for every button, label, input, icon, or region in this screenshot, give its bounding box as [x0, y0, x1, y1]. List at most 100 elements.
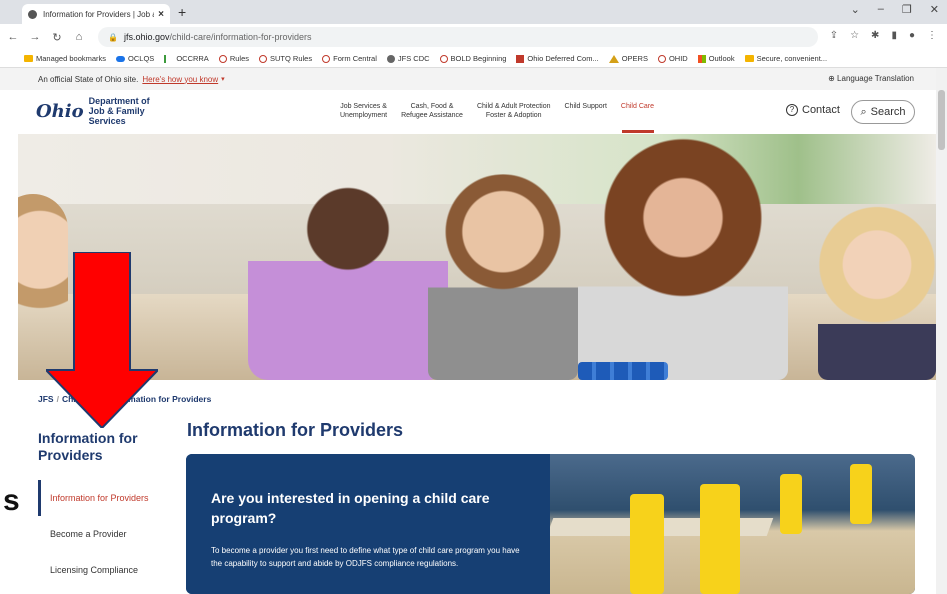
- url-path: /child-care/information-for-providers: [169, 32, 312, 42]
- site-header: Ohio Department of Job & Family Services…: [0, 90, 936, 134]
- bookmark-jfs-cdc[interactable]: JFS CDC: [386, 54, 430, 63]
- circle-icon: [218, 54, 227, 63]
- contact-label: Contact: [802, 104, 840, 116]
- globe-icon: [386, 54, 395, 63]
- sidebar-title: Information for Providers: [38, 430, 138, 463]
- photo-chair: [780, 474, 802, 534]
- photo-chair: [700, 484, 740, 594]
- nav-line: Child Support: [564, 103, 607, 110]
- bookmark-oclqs[interactable]: OCLQS: [116, 54, 154, 63]
- promo-text-panel: Are you interested in opening a child ca…: [186, 454, 550, 594]
- sidebar-nav: s Information for Providers Become a Pro…: [3, 480, 172, 588]
- bookmark-managed[interactable]: Managed bookmarks: [24, 54, 106, 63]
- browser-window: Information for Providers | Job a... × +…: [0, 0, 947, 594]
- hand-icon: [744, 55, 754, 62]
- extensions-icon[interactable]: ✱: [871, 30, 879, 41]
- bookmark-occrra[interactable]: OCCRRA: [164, 54, 209, 63]
- circle-icon: [259, 54, 268, 63]
- bookmark-label: Managed bookmarks: [36, 54, 107, 63]
- photo-chair: [850, 464, 872, 524]
- language-label: Language Translation: [837, 74, 914, 83]
- circle-icon: [322, 54, 331, 63]
- how-you-know-link[interactable]: Here's how you know: [142, 75, 218, 84]
- nav-line: Foster & Adoption: [485, 112, 542, 119]
- main-nav: Job Services & Unemployment Cash, Food & R…: [340, 102, 654, 133]
- sidebar-item-information-for-providers[interactable]: s Information for Providers: [3, 480, 172, 517]
- page-title: Information for Providers: [187, 420, 404, 440]
- chevron-down-icon[interactable]: ⌄: [851, 3, 860, 16]
- new-tab-icon[interactable]: +: [178, 4, 186, 20]
- bookmark-secure[interactable]: Secure, convenient...: [744, 54, 827, 63]
- search-button[interactable]: ⌕ Search: [851, 100, 915, 124]
- bookmark-outlook[interactable]: Outlook: [697, 54, 735, 63]
- nav-line: Refugee Assistance: [401, 112, 463, 119]
- globe-icon: ⊕: [828, 74, 838, 83]
- bookmark-rules[interactable]: Rules: [218, 54, 250, 63]
- folder-icon: [24, 55, 33, 62]
- star-icon[interactable]: ☆: [850, 30, 859, 41]
- address-bar[interactable]: 🔒 jfs.ohio.gov /child-care/information-f…: [98, 27, 818, 47]
- nav-child-care[interactable]: Child Care: [621, 102, 654, 120]
- bookmark-label: OHID: [668, 54, 688, 63]
- dept-line: Job & Family: [88, 106, 145, 116]
- bookmark-ohid[interactable]: OHID: [657, 54, 688, 63]
- lock-icon[interactable]: 🔒: [108, 33, 118, 42]
- contact-link[interactable]: ? Contact: [786, 104, 840, 116]
- bookmark-sutq-rules[interactable]: SUTQ Rules: [259, 54, 312, 63]
- nav-line: Unemployment: [340, 112, 388, 119]
- nav-child-adult-protection[interactable]: Child & Adult Protection Foster & Adoptio…: [477, 102, 551, 120]
- tab-strip: Information for Providers | Job a... × +…: [0, 0, 947, 24]
- close-tab-icon[interactable]: ×: [158, 9, 164, 20]
- scrollbar-thumb[interactable]: [938, 90, 945, 150]
- circle-icon: [439, 54, 448, 63]
- bookmark-opers[interactable]: OPERS: [608, 54, 648, 63]
- toolbar-icons: ⇪ ☆ ✱ ▮ ● ⋮: [830, 30, 937, 41]
- restore-icon[interactable]: ❐: [902, 3, 912, 16]
- official-text: An official State of Ohio site.: [38, 74, 139, 84]
- search-label: Search: [870, 106, 906, 118]
- hero-child-right: [818, 194, 936, 380]
- nav-line: Child & Adult Protection: [476, 103, 551, 110]
- red-square-icon: [516, 54, 525, 63]
- promo-body: To become a provider you first need to d…: [211, 546, 520, 568]
- sidepanel-icon[interactable]: ▮: [891, 30, 897, 41]
- circle-icon: [657, 54, 666, 63]
- bookmark-label: OCCRRA: [176, 54, 209, 63]
- share-icon[interactable]: ⇪: [830, 30, 838, 41]
- sidebar-item-become-a-provider[interactable]: Become a Provider: [38, 516, 172, 552]
- profile-icon[interactable]: ●: [909, 30, 915, 41]
- language-translation[interactable]: ⊕ Language Translation: [828, 74, 914, 83]
- cropped-edge-text: s: [3, 484, 20, 517]
- minimize-icon[interactable]: –: [878, 3, 884, 16]
- home-icon[interactable]: ⌂: [70, 31, 88, 43]
- nav-line: Cash, Food &: [410, 103, 454, 110]
- hero-child-girl: [248, 164, 448, 380]
- chevron-down-icon[interactable]: ▾: [221, 75, 225, 83]
- reload-icon[interactable]: ↻: [48, 31, 66, 44]
- back-icon[interactable]: ←: [4, 31, 22, 43]
- bookmark-form-central[interactable]: Form Central: [322, 54, 377, 63]
- bookmark-label: BOLD Beginning: [450, 54, 507, 63]
- menu-icon[interactable]: ⋮: [927, 30, 937, 41]
- sidebar-item-licensing-compliance[interactable]: Licensing Compliance: [38, 552, 172, 588]
- ohio-logo-word: Ohio: [36, 100, 84, 122]
- nav-child-support[interactable]: Child Support: [565, 102, 607, 120]
- active-nav-indicator: [622, 130, 654, 133]
- nav-job-services[interactable]: Job Services & Unemployment: [340, 102, 387, 120]
- browser-tab[interactable]: Information for Providers | Job a... ×: [22, 4, 170, 24]
- close-window-icon[interactable]: ✕: [930, 3, 939, 16]
- vertical-scrollbar[interactable]: [936, 68, 947, 594]
- bookmark-bold-beginning[interactable]: BOLD Beginning: [439, 54, 507, 63]
- bookmark-ohio-deferred[interactable]: Ohio Deferred Com...: [516, 54, 599, 63]
- window-controls: ⌄ – ❐ ✕: [851, 3, 939, 16]
- hero-child-boy: [428, 174, 578, 380]
- forward-icon[interactable]: →: [26, 31, 44, 43]
- nav-cash-food[interactable]: Cash, Food & Refugee Assistance: [401, 102, 463, 120]
- search-icon: ⌕: [860, 105, 867, 118]
- bookmark-label: Rules: [229, 54, 250, 63]
- bookmark-label: Ohio Deferred Com...: [527, 54, 599, 63]
- sidebar-item-label: Information for Providers: [50, 493, 149, 503]
- odjfs-logo[interactable]: Ohio Department of Job & Family Services: [36, 96, 150, 126]
- url-domain: jfs.ohio.gov: [123, 32, 170, 42]
- promo-card: Are you interested in opening a child ca…: [186, 454, 915, 594]
